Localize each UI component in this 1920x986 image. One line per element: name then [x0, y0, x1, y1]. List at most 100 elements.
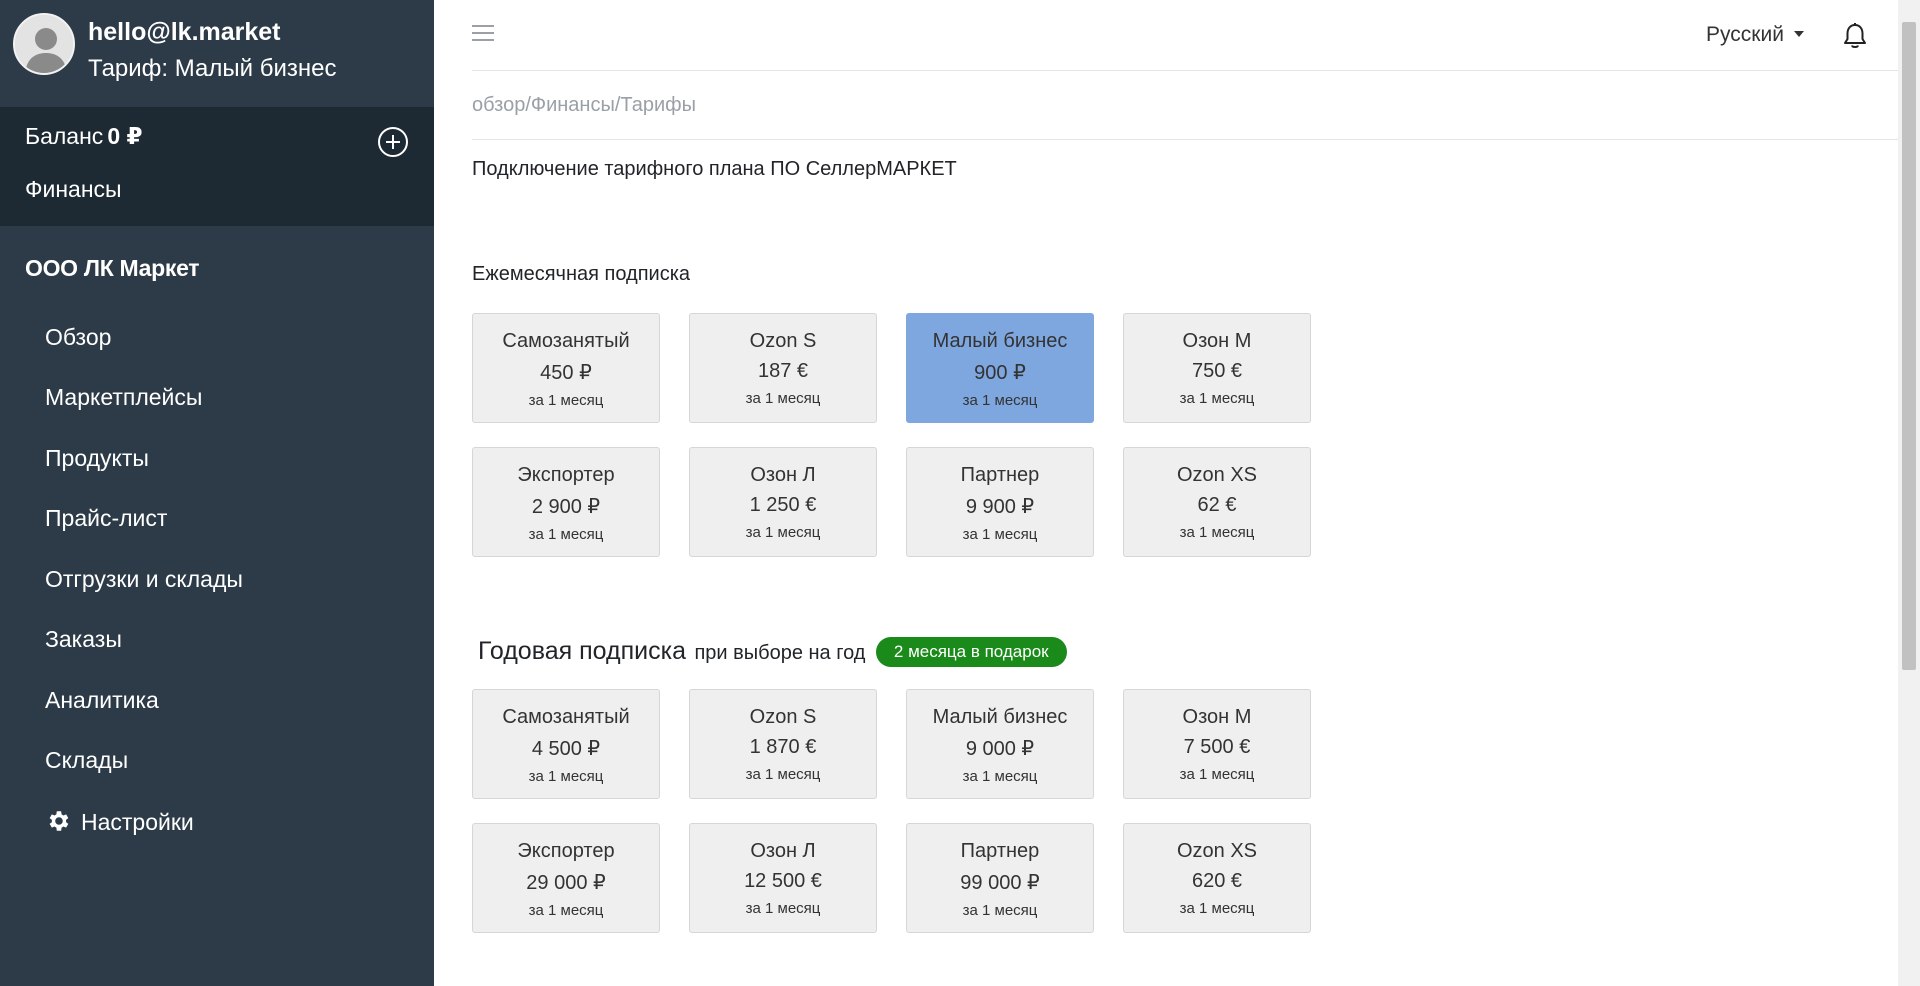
plan-price: 620 € — [1191, 870, 1243, 892]
plan-name: Ozon S — [749, 706, 817, 728]
plan-period: за 1 месяц — [745, 524, 821, 541]
plan-name: Озон М — [1182, 330, 1252, 352]
sidebar-item-settings[interactable]: Настройки — [45, 808, 194, 836]
notification-bell-icon[interactable] — [1842, 22, 1868, 50]
plan-card[interactable]: Экспортер 2 900 ₽ за 1 месяц — [472, 447, 660, 557]
plan-name: Ozon S — [749, 330, 817, 352]
plan-period: за 1 месяц — [962, 526, 1038, 543]
plan-card[interactable]: Озон М 7 500 € за 1 месяц — [1123, 689, 1311, 799]
plan-price: 450 ₽ — [540, 362, 592, 384]
plan-name: Самозанятый — [502, 330, 630, 352]
sidebar: hello@lk.market Тариф: Малый бизнес Бала… — [0, 0, 434, 986]
plan-price: 1 870 € — [749, 736, 817, 758]
plan-period: за 1 месяц — [745, 766, 821, 783]
sidebar-item-overview[interactable]: Обзор — [45, 324, 111, 351]
plus-circle-icon — [378, 127, 408, 157]
plan-price: 9 000 ₽ — [965, 738, 1035, 760]
plan-period: за 1 месяц — [528, 902, 604, 919]
plan-period: за 1 месяц — [745, 390, 821, 407]
sidebar-item-products[interactable]: Продукты — [45, 445, 149, 472]
page-title: Подключение тарифного плана ПО СеллерМАР… — [472, 158, 957, 180]
plan-price: 12 500 € — [744, 870, 822, 892]
plan-price: 99 000 ₽ — [960, 872, 1040, 894]
plan-name: Партнер — [960, 464, 1040, 486]
plan-card[interactable]: Самозанятый 450 ₽ за 1 месяц — [472, 313, 660, 423]
plan-period: за 1 месяц — [1179, 390, 1255, 407]
plan-card[interactable]: Ozon XS 62 € за 1 месяц — [1123, 447, 1311, 557]
plan-name: Озон Л — [750, 840, 816, 862]
sidebar-item-analytics[interactable]: Аналитика — [45, 687, 159, 714]
finance-link[interactable]: Финансы — [25, 176, 122, 203]
plan-name: Самозанятый — [502, 706, 630, 728]
plan-price: 4 500 ₽ — [531, 738, 601, 760]
plan-period: за 1 месяц — [1179, 524, 1255, 541]
company-name: ООО ЛК Маркет — [25, 255, 200, 281]
plan-name: Ozon XS — [1176, 464, 1258, 486]
plan-name: Экспортер — [517, 840, 615, 862]
plan-price: 9 900 ₽ — [965, 496, 1035, 518]
user-block: hello@lk.market Тариф: Малый бизнес — [0, 0, 434, 107]
caret-down-icon — [1793, 31, 1804, 37]
plan-period: за 1 месяц — [962, 768, 1038, 785]
gear-icon — [49, 811, 69, 831]
sidebar-item-warehouses[interactable]: Склады — [45, 747, 128, 774]
plan-period: за 1 месяц — [528, 392, 604, 409]
plan-card[interactable]: Ozon S 187 € за 1 месяц — [689, 313, 877, 423]
balance: Баланс 0 ₽ — [25, 123, 143, 150]
plan-card[interactable]: Малый бизнес 9 000 ₽ за 1 месяц — [906, 689, 1094, 799]
topbar-divider — [472, 70, 1902, 71]
hamburger-menu-icon[interactable] — [472, 25, 494, 45]
plan-card[interactable]: Ozon XS 620 € за 1 месяц — [1123, 823, 1311, 933]
sidebar-item-marketplaces[interactable]: Маркетплейсы — [45, 384, 202, 411]
plan-period: за 1 месяц — [962, 902, 1038, 919]
plan-card[interactable]: Ozon S 1 870 € за 1 месяц — [689, 689, 877, 799]
plan-name: Экспортер — [517, 464, 615, 486]
sidebar-item-settings-label: Настройки — [81, 809, 194, 835]
breadcrumb-divider — [472, 139, 1902, 140]
plan-name: Озон М — [1182, 706, 1252, 728]
plan-price: 2 900 ₽ — [531, 496, 601, 518]
add-balance-button[interactable] — [377, 126, 409, 158]
plan-card[interactable]: Партнер 9 900 ₽ за 1 месяц — [906, 447, 1094, 557]
plan-period: за 1 месяц — [1179, 766, 1255, 783]
plan-period: за 1 месяц — [745, 900, 821, 917]
monthly-section-title: Ежемесячная подписка — [472, 263, 691, 285]
plan-name: Партнер — [960, 840, 1040, 862]
plan-price: 7 500 € — [1183, 736, 1251, 758]
plan-card[interactable]: Озон Л 12 500 € за 1 месяц — [689, 823, 877, 933]
yearly-section-title: Годовая подписка — [478, 637, 686, 665]
plan-price: 29 000 ₽ — [526, 872, 606, 894]
yearly-section-subtitle: при выборе на год — [694, 642, 866, 664]
plan-period: за 1 месяц — [528, 526, 604, 543]
gift-badge: 2 месяца в подарок — [875, 637, 1067, 667]
user-email: hello@lk.market — [88, 18, 281, 46]
plan-period: за 1 месяц — [528, 768, 604, 785]
sidebar-item-orders[interactable]: Заказы — [45, 626, 122, 653]
language-select[interactable]: Русский — [1706, 23, 1804, 47]
avatar[interactable] — [13, 13, 75, 75]
sidebar-item-price-list[interactable]: Прайс-лист — [45, 505, 167, 532]
plan-name: Озон Л — [750, 464, 816, 486]
user-tariff: Тариф: Малый бизнес — [88, 55, 337, 82]
main-content: Русский обзор/Финансы/Тарифы Подключение… — [434, 0, 1902, 986]
plan-name: Малый бизнес — [932, 706, 1068, 728]
balance-value: 0 ₽ — [107, 123, 143, 149]
plan-card[interactable]: Озон М 750 € за 1 месяц — [1123, 313, 1311, 423]
sidebar-item-shipments[interactable]: Отгрузки и склады — [45, 566, 243, 593]
plan-card[interactable]: Экспортер 29 000 ₽ за 1 месяц — [472, 823, 660, 933]
plan-card[interactable]: Озон Л 1 250 € за 1 месяц — [689, 447, 877, 557]
breadcrumb[interactable]: обзор/Финансы/Тарифы — [472, 94, 696, 117]
plan-name: Ozon XS — [1176, 840, 1258, 862]
language-label: Русский — [1706, 23, 1784, 46]
plan-period: за 1 месяц — [962, 392, 1038, 409]
plan-price: 62 € — [1197, 494, 1237, 516]
plan-card[interactable]: Партнер 99 000 ₽ за 1 месяц — [906, 823, 1094, 933]
plan-period: за 1 месяц — [1179, 900, 1255, 917]
plan-card[interactable]: Самозанятый 4 500 ₽ за 1 месяц — [472, 689, 660, 799]
scrollbar-thumb[interactable] — [1902, 22, 1916, 670]
user-silhouette-icon — [15, 15, 73, 73]
yearly-section-header: Годовая подписка при выборе на год 2 мес… — [478, 637, 1067, 667]
plan-name: Малый бизнес — [932, 330, 1068, 352]
plan-price: 900 ₽ — [974, 362, 1026, 384]
plan-card-selected[interactable]: Малый бизнес 900 ₽ за 1 месяц — [906, 313, 1094, 423]
